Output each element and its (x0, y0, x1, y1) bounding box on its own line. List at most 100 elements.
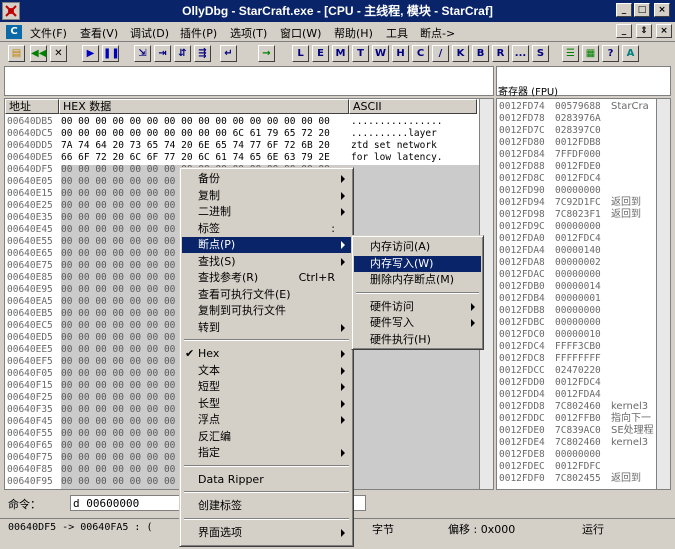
stack-row-value[interactable]: 7C8023F1 (555, 209, 601, 221)
dump-row-address[interactable]: 00640E65 (7, 248, 53, 260)
menu-item[interactable]: 复制到可执行文件 (182, 303, 351, 319)
toolbar-btn-c[interactable]: C (412, 45, 429, 62)
dump-row-address[interactable]: 00640E75 (7, 260, 53, 272)
stack-scrollbar[interactable] (656, 99, 670, 489)
dump-row-hex[interactable]: 66 6F 72 20 6C 6F 77 20 6C 61 74 65 6E 6… (61, 152, 330, 164)
stack-row-address[interactable]: 0012FDB4 (499, 293, 545, 305)
stack-row-value[interactable]: 7C92D1FC (555, 197, 601, 209)
dump-header-ascii[interactable]: ASCII (349, 99, 477, 114)
stack-row-value[interactable]: FFFF3CB0 (555, 341, 601, 353)
stack-row-address[interactable]: 0012FDBC (499, 317, 545, 329)
stack-row-value[interactable]: 00000000 (555, 317, 601, 329)
child-restore-button[interactable]: ⇕ (636, 24, 652, 38)
stack-row-address[interactable]: 0012FDF0 (499, 473, 545, 485)
menu-item[interactable]: 查找(S) (182, 254, 351, 270)
dump-row-address[interactable]: 00640E25 (7, 200, 53, 212)
menu-item[interactable]: 标签: (182, 221, 351, 237)
stack-row-value[interactable]: 7C802460 (555, 437, 601, 449)
menu-file[interactable]: 文件(F) (30, 25, 67, 41)
dump-row-ascii[interactable]: ztd set network (351, 140, 443, 152)
trace-into-icon[interactable]: ⇵ (174, 45, 191, 62)
help-icon[interactable]: ? (602, 45, 619, 62)
stack-row-value[interactable]: 0012FFB0 (555, 413, 601, 425)
dump-row-address[interactable]: 00640F75 (7, 452, 53, 464)
stack-row-address[interactable]: 0012FDE8 (499, 449, 545, 461)
stack-row-address[interactable]: 0012FDC8 (499, 353, 545, 365)
execute-till-return-icon[interactable]: ↵ (220, 45, 237, 62)
step-into-icon[interactable]: ⇲ (134, 45, 151, 62)
menu-item[interactable]: 硬件写入 (354, 315, 481, 331)
list-icon[interactable]: ☰ (562, 45, 579, 62)
stack-row-value[interactable]: 00000010 (555, 329, 601, 341)
toolbar-btn-m[interactable]: M (332, 45, 349, 62)
menu-item[interactable]: 内存访问(A) (354, 239, 481, 255)
pause-icon[interactable]: ❚❚ (102, 45, 120, 62)
menu-item[interactable]: 长型 (182, 396, 351, 412)
goto-icon[interactable]: → (258, 45, 275, 62)
stack-row-address[interactable]: 0012FDD4 (499, 389, 545, 401)
dump-row-address[interactable]: 00640F95 (7, 476, 53, 488)
dump-row-address[interactable]: 00640DD5 (7, 140, 53, 152)
dump-row-address[interactable]: 00640E35 (7, 212, 53, 224)
stack-row-value[interactable]: 00000000 (555, 305, 601, 317)
menu-help[interactable]: 帮助(H) (334, 25, 373, 41)
dump-row-address[interactable]: 00640F65 (7, 440, 53, 452)
stack-row-value[interactable]: 028397C0 (555, 125, 601, 137)
toolbar-btn-k[interactable]: K (452, 45, 469, 62)
menu-breakpoint[interactable]: 断点-> (420, 25, 455, 41)
menu-item[interactable]: 备份 (182, 171, 351, 187)
stack-row-address[interactable]: 0012FD84 (499, 149, 545, 161)
stack-row-value[interactable]: 0012FDC4 (555, 377, 601, 389)
stack-row-address[interactable]: 0012FDEC (499, 461, 545, 473)
menu-item[interactable]: 删除内存断点(M) (354, 272, 481, 288)
menu-item[interactable]: 复制 (182, 188, 351, 204)
open-icon[interactable]: ▤ (8, 45, 25, 62)
dump-row-address[interactable]: 00640E85 (7, 272, 53, 284)
dump-row-ascii[interactable]: for low latency. (351, 152, 443, 164)
toolbar-btn-l[interactable]: L (292, 45, 309, 62)
stack-row-address[interactable]: 0012FDAC (499, 269, 545, 281)
menu-item[interactable]: 硬件执行(H) (354, 332, 481, 348)
dump-row-address[interactable]: 00640F25 (7, 392, 53, 404)
stack-row-value[interactable]: 0012FDC4 (555, 233, 601, 245)
dump-row-address[interactable]: 00640DB5 (7, 116, 53, 128)
stack-row-value[interactable]: 7C802455 (555, 473, 601, 485)
stack-row-value[interactable]: 0012FDA4 (555, 389, 601, 401)
stack-row-value[interactable]: 0283976A (555, 113, 601, 125)
stack-row-address[interactable]: 0012FD7C (499, 125, 545, 137)
stack-row-value[interactable]: 00000000 (555, 185, 601, 197)
child-minimize-button[interactable]: _ (616, 24, 632, 38)
menu-tools[interactable]: 工具 (386, 25, 408, 41)
stack-row-address[interactable]: 0012FDB0 (499, 281, 545, 293)
toolbar-btn-w[interactable]: W (372, 45, 389, 62)
run-icon[interactable]: ▶ (82, 45, 99, 62)
dump-row-hex[interactable]: 00 00 00 00 00 00 00 00 00 00 6C 61 79 6… (61, 128, 330, 140)
stack-row-address[interactable]: 0012FDC0 (499, 329, 545, 341)
dump-row-ascii[interactable]: ..........layer (351, 128, 443, 140)
cpu-window-icon[interactable]: C (6, 25, 22, 39)
menu-item[interactable]: 断点(P) (182, 237, 351, 253)
dump-row-address[interactable]: 00640E15 (7, 188, 53, 200)
dump-row-address[interactable]: 00640F35 (7, 404, 53, 416)
trace-over-icon[interactable]: ⇶ (194, 45, 211, 62)
maximize-button[interactable]: □ (634, 3, 650, 17)
dump-row-hex[interactable]: 00 00 00 00 00 00 00 00 00 00 00 00 00 0… (61, 116, 330, 128)
menu-item[interactable]: Data Ripper (182, 472, 351, 488)
stack-row-address[interactable]: 0012FD8C (499, 173, 545, 185)
stack-row-value[interactable]: 0012FDFC (555, 461, 601, 473)
menu-item[interactable]: 硬件访问 (354, 299, 481, 315)
stack-row-address[interactable]: 0012FDA4 (499, 245, 545, 257)
dump-row-address[interactable]: 00640F55 (7, 428, 53, 440)
stack-row-value[interactable]: 0012FDB8 (555, 137, 601, 149)
dump-row-address[interactable]: 00640E05 (7, 176, 53, 188)
stack-row-value[interactable]: 00000014 (555, 281, 601, 293)
stack-row-value[interactable]: 02470220 (555, 365, 601, 377)
toolbar-btn-t[interactable]: T (352, 45, 369, 62)
toolbar-btn-slash[interactable]: / (432, 45, 449, 62)
dump-row-hex[interactable]: 7A 74 64 20 73 65 74 20 6E 65 74 77 6F 7… (61, 140, 330, 152)
dump-header-address[interactable]: 地址 (5, 99, 59, 114)
stack-row-address[interactable]: 0012FDDC (499, 413, 545, 425)
stack-row-value[interactable]: 00000140 (555, 245, 601, 257)
stack-row-address[interactable]: 0012FDC4 (499, 341, 545, 353)
menu-item[interactable]: Hex ✔ (182, 346, 351, 362)
